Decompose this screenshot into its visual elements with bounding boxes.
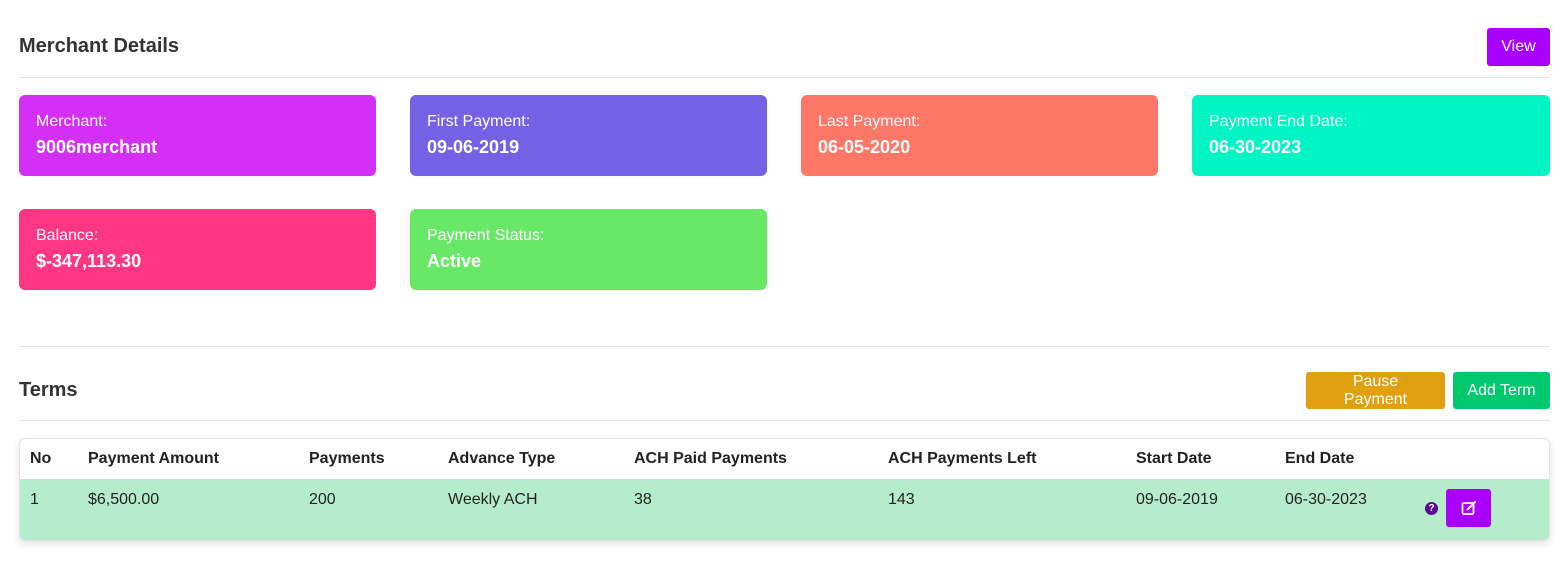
payment-end-date-label: Payment End Date:	[1209, 113, 1348, 130]
last-payment-card: Last Payment: 06-05-2020	[801, 95, 1158, 176]
balance-card: Balance: $-347,113.30	[19, 209, 376, 290]
merchant-details-header: Merchant Details View	[19, 26, 1550, 78]
cell-payments: 200	[309, 491, 336, 508]
merchant-details-title: Merchant Details	[19, 35, 180, 57]
payment-end-date-card: Payment End Date: 06-30-2023	[1192, 95, 1550, 176]
last-payment-value: 06-05-2020	[818, 137, 911, 157]
balance-label: Balance:	[36, 227, 99, 244]
balance-value: $-347,113.30	[36, 251, 142, 271]
cell-end-date: 06-30-2023	[1285, 491, 1367, 508]
cell-advance-type: Weekly ACH	[448, 491, 538, 508]
edit-icon	[1461, 501, 1476, 515]
column-header-ach-payments-left: ACH Payments Left	[888, 450, 1037, 467]
first-payment-value: 09-06-2019	[427, 137, 520, 157]
column-header-ach-paid-payments: ACH Paid Payments	[634, 450, 787, 467]
cell-actions: ?	[1415, 479, 1549, 540]
pause-payment-button[interactable]: Pause Payment	[1306, 372, 1445, 409]
table-row: 1 $6,500.00 200 Weekly ACH 38 143 09-06-…	[20, 479, 1549, 540]
edit-term-button[interactable]	[1446, 489, 1492, 527]
payment-status-card: Payment Status: Active	[410, 209, 767, 290]
column-header-start-date: Start Date	[1136, 450, 1212, 467]
column-header-payment-amount: Payment Amount	[88, 450, 219, 467]
first-payment-label: First Payment:	[427, 113, 531, 130]
terms-actions: Pause Payment Add Term	[1306, 372, 1550, 409]
cell-payment-amount: $6,500.00	[88, 491, 160, 508]
first-payment-card: First Payment: 09-06-2019	[410, 95, 767, 176]
question-circle-icon[interactable]: ?	[1425, 501, 1438, 515]
merchant-label: Merchant:	[36, 113, 108, 130]
merchant-card: Merchant: 9006merchant	[19, 95, 376, 176]
cell-no: 1	[30, 491, 39, 508]
payment-end-date-value: 06-30-2023	[1209, 137, 1302, 157]
view-button[interactable]: View	[1487, 27, 1550, 66]
payment-status-label: Payment Status:	[427, 227, 545, 244]
section-divider	[19, 346, 1550, 347]
last-payment-label: Last Payment:	[818, 113, 921, 130]
terms-header: Terms Pause Payment Add Term	[19, 369, 1550, 421]
table-header-row: No Payment Amount Payments Advance Type …	[20, 439, 1549, 479]
column-header-end-date: End Date	[1285, 450, 1355, 467]
payment-status-value: Active	[427, 251, 482, 271]
column-header-payments: Payments	[309, 450, 385, 467]
column-header-no: No	[30, 450, 52, 467]
cell-ach-paid-payments: 38	[634, 491, 652, 508]
cell-ach-payments-left: 143	[888, 491, 915, 508]
terms-table: No Payment Amount Payments Advance Type …	[19, 438, 1550, 541]
cell-start-date: 09-06-2019	[1136, 491, 1218, 508]
terms-title: Terms	[19, 379, 78, 401]
add-term-button[interactable]: Add Term	[1453, 372, 1550, 409]
column-header-actions	[1415, 439, 1549, 479]
column-header-advance-type: Advance Type	[448, 450, 556, 467]
merchant-value: 9006merchant	[36, 137, 158, 157]
